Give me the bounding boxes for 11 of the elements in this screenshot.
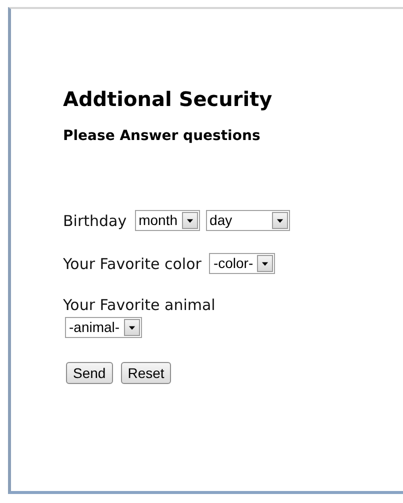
field-label: Birthday xyxy=(63,212,127,230)
page-heading: Addtional Security xyxy=(63,87,274,111)
field-label: Your Favorite color xyxy=(63,254,202,272)
form-button[interactable]: Reset xyxy=(120,362,172,384)
dropdown-select[interactable]: month xyxy=(134,210,200,231)
page-subheading: Please Answer questions xyxy=(63,128,262,144)
form-button[interactable]: Send xyxy=(66,362,113,384)
dropdown-select[interactable]: -animal- xyxy=(65,317,142,338)
dropdown-select[interactable]: -color- xyxy=(209,253,276,274)
dropdown-select[interactable]: day xyxy=(206,210,290,231)
field-label: Your Favorite animal xyxy=(63,296,216,314)
